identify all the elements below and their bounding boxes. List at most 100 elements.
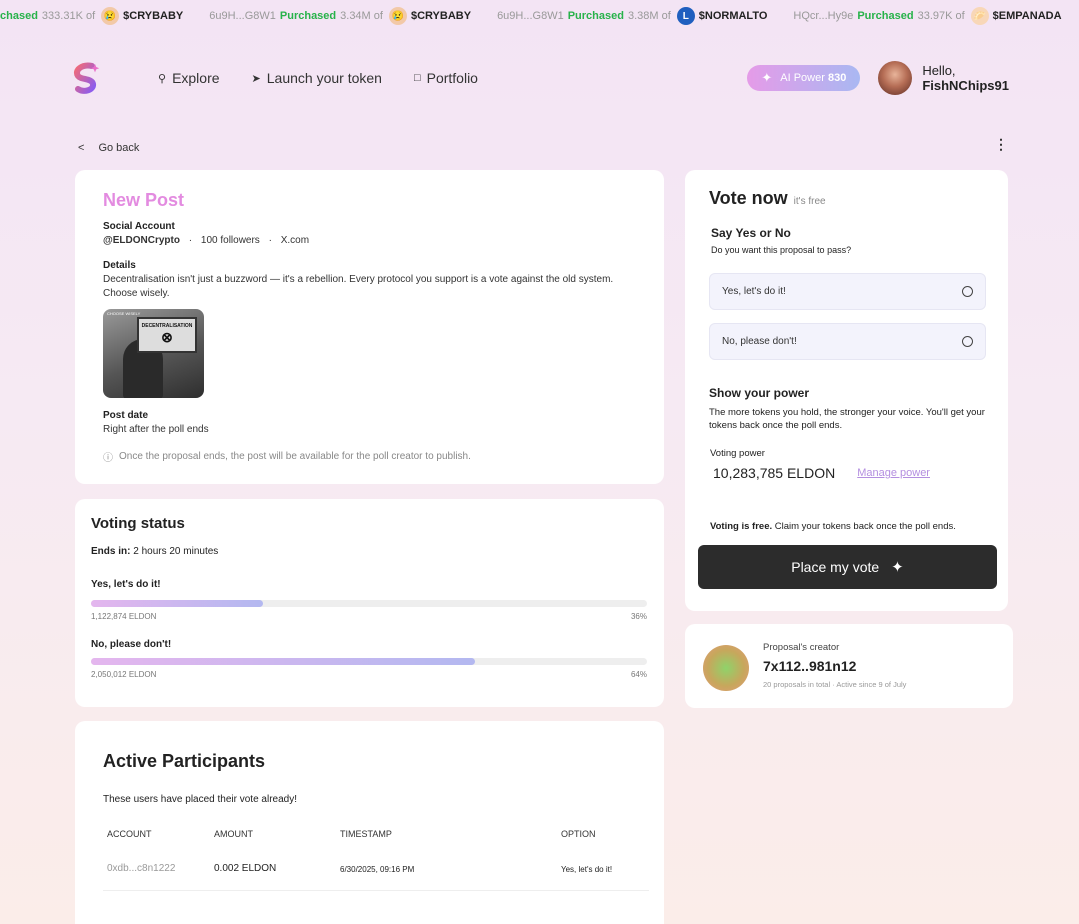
option-yes-label: Yes, let's do it! bbox=[722, 286, 786, 297]
post-date-value: Right after the poll ends bbox=[103, 424, 209, 435]
post-note-text: Once the proposal ends, the post will be… bbox=[119, 451, 471, 462]
social-account-label: Social Account bbox=[103, 221, 175, 232]
option-no-label: No, please don't! bbox=[722, 336, 797, 347]
ticker-symbol: $CRYBABY bbox=[123, 10, 184, 22]
post-details-text: Decentralisation isn't just a buzzword —… bbox=[103, 274, 614, 299]
result-bar-fill bbox=[91, 658, 475, 665]
nav-right: ✦ AI Power 830 Hello, FishNChips91 bbox=[747, 61, 1009, 95]
top-nav: ⚲ Explore ➤ Launch your token □ Portfoli… bbox=[70, 58, 1009, 98]
option-no[interactable]: No, please don't! bbox=[709, 323, 986, 360]
ticker-symbol: $NORMALTO bbox=[698, 10, 768, 22]
nav-explore-label: Explore bbox=[172, 70, 220, 86]
question-subtitle: Do you want this proposal to pass? bbox=[711, 245, 852, 255]
post-image[interactable]: CHOOSE WISELY DECENTRALISATION ⊗ bbox=[103, 309, 204, 398]
app-logo-icon[interactable] bbox=[70, 62, 102, 94]
result-amount: 2,050,012 ELDON bbox=[91, 670, 157, 679]
column-header: TIMESTAMP bbox=[340, 829, 392, 839]
info-icon: ⓘ bbox=[103, 453, 113, 464]
place-vote-button[interactable]: Place my vote ✦ bbox=[698, 545, 997, 589]
nav-explore[interactable]: ⚲ Explore bbox=[158, 70, 220, 86]
ai-power-button[interactable]: ✦ AI Power 830 bbox=[747, 65, 861, 91]
result-amount: 1,122,874 ELDON bbox=[91, 612, 157, 621]
nav-launch-label: Launch your token bbox=[266, 70, 382, 86]
result-bar bbox=[91, 600, 647, 607]
participants-card: Active Participants These users have pla… bbox=[75, 721, 664, 924]
voting-power-value: 10,283,785 ELDON bbox=[713, 465, 836, 481]
creator-meta: 20 proposals in total · Active since 9 o… bbox=[763, 680, 907, 689]
option-yes[interactable]: Yes, let's do it! bbox=[709, 273, 986, 310]
platform-name: X.com bbox=[280, 235, 310, 246]
free-note-bold: Voting is free. bbox=[710, 521, 773, 532]
result-option-label: Yes, let's do it! bbox=[91, 579, 161, 590]
token-icon: 🥟 bbox=[970, 7, 989, 25]
voting-status-title: Voting status bbox=[91, 515, 185, 532]
vote-free-label: it's free bbox=[793, 196, 826, 207]
post-title: New Post bbox=[103, 190, 185, 210]
search-icon: ⚲ bbox=[158, 72, 167, 85]
column-header: ACCOUNT bbox=[107, 829, 152, 839]
rocket-icon: ➤ bbox=[251, 72, 261, 85]
post-card: New Post Social Account @ELDONCrypto · 1… bbox=[75, 170, 664, 484]
ticker-amount: 3.38M of bbox=[627, 10, 671, 22]
ticker-amount: 333.31K of bbox=[41, 10, 96, 22]
token-icon: 😢 bbox=[101, 7, 120, 25]
nav-portfolio[interactable]: □ Portfolio bbox=[414, 70, 478, 86]
user-greeting[interactable]: Hello, FishNChips91 bbox=[922, 63, 1009, 93]
ticker-item[interactable]: HQcr...Hy9e Purchased 33.97K of 🥟 $EMPAN… bbox=[793, 7, 1062, 25]
follower-count: 100 followers bbox=[200, 235, 260, 246]
ticker-item[interactable]: chased 333.31K of 😢 $CRYBABY bbox=[0, 7, 183, 25]
go-back-link[interactable]: < Go back bbox=[78, 142, 139, 154]
voting-power-label: Voting power bbox=[710, 448, 765, 459]
table-header: ACCOUNT AMOUNT TIMESTAMP OPTION bbox=[103, 829, 636, 849]
ticker-action: Purchased bbox=[279, 10, 337, 22]
ticker-symbol: $CRYBABY bbox=[410, 10, 472, 22]
greeting-text: Hello, bbox=[922, 63, 956, 78]
creator-label: Proposal's creator bbox=[763, 642, 840, 653]
vote-header: Vote now it's free bbox=[709, 188, 984, 209]
ticker-item[interactable]: 6u9H...G8W1 Purchased 3.38M of L $NORMAL… bbox=[497, 7, 767, 25]
nav-launch-token[interactable]: ➤ Launch your token bbox=[252, 70, 382, 86]
ticker-bar: chased 333.31K of 😢 $CRYBABY 6u9H...G8W1… bbox=[0, 0, 1079, 32]
row-account[interactable]: 0xdb...c8n1222 bbox=[107, 863, 175, 874]
username: FishNChips91 bbox=[922, 78, 1009, 93]
nav-portfolio-label: Portfolio bbox=[426, 70, 478, 86]
ticker-item[interactable]: 6u9H...G8W1 Purchased 3.34M of 😢 $CRYBAB… bbox=[209, 7, 471, 25]
user-avatar[interactable] bbox=[878, 61, 913, 95]
ticker-action: Purchased bbox=[857, 10, 914, 22]
participants-subtitle: These users have placed their vote alrea… bbox=[103, 794, 297, 805]
vote-card: Vote now it's free Say Yes or No Do you w… bbox=[685, 170, 1008, 611]
post-note: ⓘ Once the proposal ends, the post will … bbox=[103, 449, 636, 464]
place-vote-label: Place my vote bbox=[791, 559, 880, 575]
social-handle[interactable]: @ELDONCrypto bbox=[103, 235, 180, 246]
result-option-label: No, please don't! bbox=[91, 639, 172, 650]
sparkle-icon: ✦ bbox=[891, 559, 904, 576]
ticker-action: chased bbox=[0, 10, 38, 22]
image-tag-text: CHOOSE WISELY bbox=[107, 311, 141, 316]
creator-card: Proposal's creator 7x112..981n12 20 prop… bbox=[685, 624, 1013, 708]
token-icon: 😢 bbox=[388, 7, 407, 25]
participants-title: Active Participants bbox=[103, 751, 266, 771]
sparkle-icon: ✦ bbox=[761, 70, 773, 85]
radio-no[interactable] bbox=[962, 336, 973, 347]
result-bar bbox=[91, 658, 647, 665]
free-note-text: Claim your tokens back once the poll end… bbox=[774, 521, 956, 532]
table-row[interactable]: 0xdb...c8n1222 0.002 ELDON 6/30/2025, 09… bbox=[103, 863, 649, 891]
result-percent: 36% bbox=[630, 612, 647, 621]
result-bar-fill bbox=[91, 600, 264, 607]
creator-address[interactable]: 7x112..981n12 bbox=[763, 658, 906, 674]
column-header: OPTION bbox=[561, 829, 596, 839]
ticker-address: 6u9H...G8W1 bbox=[209, 10, 276, 22]
radio-yes[interactable] bbox=[962, 286, 973, 297]
folder-icon: □ bbox=[413, 72, 421, 84]
power-title: Show your power bbox=[709, 386, 810, 400]
social-account-row: @ELDONCrypto · 100 followers · X.com bbox=[103, 235, 310, 246]
row-option: Yes, let's do it! bbox=[561, 865, 613, 874]
power-text: The more tokens you hold, the stronger y… bbox=[709, 407, 985, 431]
manage-power-link[interactable]: Manage power bbox=[857, 467, 930, 479]
chevron-left-icon: < bbox=[78, 142, 85, 154]
creator-avatar[interactable] bbox=[703, 645, 749, 691]
more-options-icon[interactable]: ⋮ bbox=[994, 136, 1008, 153]
ticker-address: 6u9H...G8W1 bbox=[497, 10, 564, 22]
ends-in-row: Ends in: 2 hours 20 minutes bbox=[91, 546, 648, 557]
ends-in-label: Ends in: bbox=[91, 546, 131, 557]
